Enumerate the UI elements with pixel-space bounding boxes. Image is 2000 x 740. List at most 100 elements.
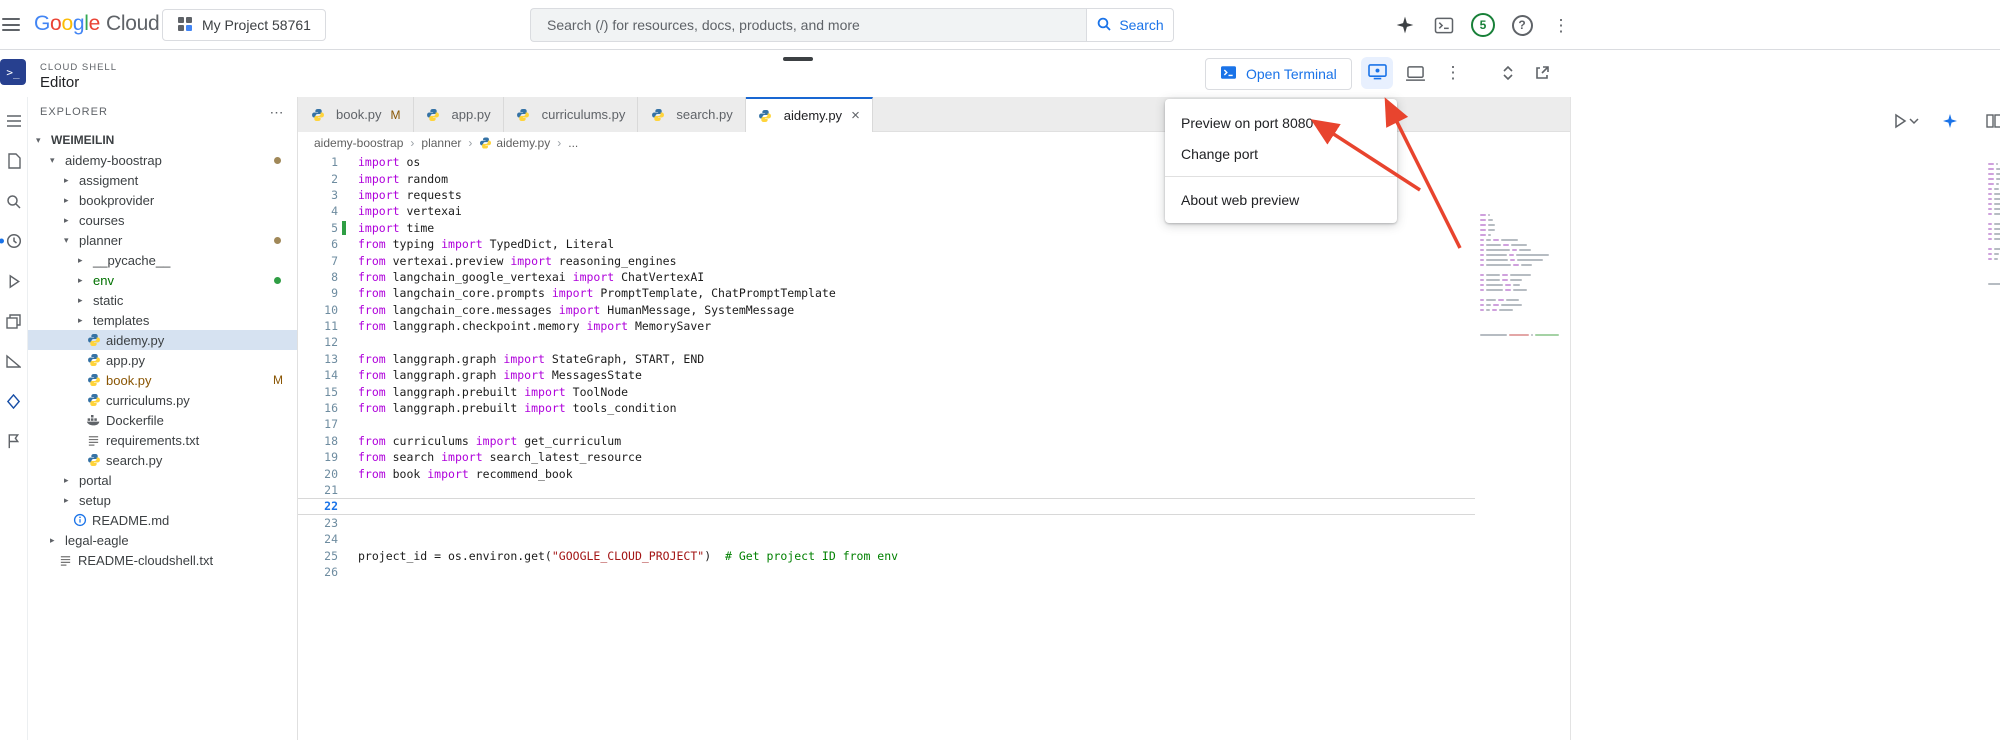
breadcrumb-item[interactable]: ... <box>568 136 578 150</box>
code-line-19[interactable]: 19from search import search_latest_resou… <box>298 449 1475 465</box>
run-icon[interactable] <box>2 269 26 293</box>
tree-file-app.py[interactable]: app.py <box>28 350 297 370</box>
web-preview-button[interactable] <box>1361 57 1393 89</box>
help-icon[interactable]: ? <box>1509 12 1535 38</box>
tree-file-README.md[interactable]: README.md <box>28 510 297 530</box>
search-input[interactable] <box>530 8 1086 42</box>
menu-icon[interactable] <box>2 109 26 133</box>
code-line-18[interactable]: 18from curriculums import get_curriculum <box>298 433 1475 449</box>
minimap-sliver[interactable] <box>1988 163 2000 293</box>
notifications-badge[interactable]: 5 <box>1470 12 1496 38</box>
gemini-sparkle-icon[interactable] <box>1392 12 1418 38</box>
tree-folder-aidemy-boostrap[interactable]: ▾aidemy-boostrap <box>28 150 297 170</box>
menu-item-about-web-preview[interactable]: About web preview <box>1165 184 1397 215</box>
project-selector[interactable]: My Project 58761 <box>162 9 326 41</box>
code-line-12[interactable]: 12 <box>298 334 1475 350</box>
code-line-15[interactable]: 15from langgraph.prebuilt import ToolNod… <box>298 383 1475 399</box>
tree-folder-setup[interactable]: ▸setup <box>28 490 297 510</box>
layers-icon[interactable] <box>2 309 26 333</box>
explorer-more-actions-icon[interactable]: ⋯ <box>270 104 286 121</box>
more-options-icon[interactable]: ⋮ <box>1548 12 1574 38</box>
tab-curriculums.py[interactable]: curriculums.py <box>504 97 639 132</box>
tree-folder-__pycache__[interactable]: ▸__pycache__ <box>28 250 297 270</box>
gemini-code-assist-icon[interactable] <box>1937 108 1963 134</box>
tree-file-README-cloudshell.txt[interactable]: README-cloudshell.txt <box>28 550 297 570</box>
google-cloud-logo[interactable]: Google Cloud <box>34 12 159 36</box>
code-line-17[interactable]: 17 <box>298 416 1475 432</box>
tree-file-curriculums.py[interactable]: curriculums.py <box>28 390 297 410</box>
search-icon[interactable] <box>2 189 26 213</box>
tree-folder-WEIMEILIN[interactable]: ▾WEIMEILIN <box>28 130 297 150</box>
chevron-down-icon: ▾ <box>50 155 65 166</box>
code-text: from langchain_core.messages import Huma… <box>338 303 794 317</box>
docker-file-icon <box>86 413 101 428</box>
tab-aidemy.py[interactable]: aidemy.py× <box>746 97 873 132</box>
tab-search.py[interactable]: search.py <box>638 97 745 132</box>
flag-icon[interactable] <box>2 429 26 453</box>
menu-item-preview-on-port[interactable]: Preview on port 8080 <box>1165 107 1397 138</box>
code-line-20[interactable]: 20from book import recommend_book <box>298 465 1475 481</box>
activity-bar <box>0 97 28 740</box>
shell-more-options-icon[interactable]: ⋮ <box>1437 57 1469 89</box>
tree-file-requirements.txt[interactable]: requirements.txt <box>28 430 297 450</box>
code-line-6[interactable]: 6from typing import TypedDict, Literal <box>298 236 1475 252</box>
code-line-26[interactable]: 26 <box>298 564 1475 580</box>
expand-collapse-icon[interactable] <box>1492 57 1524 89</box>
search-button[interactable]: Search <box>1086 8 1174 42</box>
code-line-24[interactable]: 24 <box>298 531 1475 547</box>
tab-app.py[interactable]: app.py <box>414 97 504 132</box>
tree-folder-legal-eagle[interactable]: ▸legal-eagle <box>28 530 297 550</box>
tree-folder-bookprovider[interactable]: ▸bookprovider <box>28 190 297 210</box>
devices-icon[interactable] <box>1399 57 1431 89</box>
code-line-11[interactable]: 11from langgraph.checkpoint.memory impor… <box>298 318 1475 334</box>
code-line-13[interactable]: 13from langgraph.graph import StateGraph… <box>298 351 1475 367</box>
menu-icon[interactable] <box>2 18 20 31</box>
tree-folder-assigment[interactable]: ▸assigment <box>28 170 297 190</box>
code-line-9[interactable]: 9from langchain_core.prompts import Prom… <box>298 285 1475 301</box>
close-icon[interactable]: × <box>851 108 860 123</box>
tree-folder-env[interactable]: ▸env <box>28 270 297 290</box>
split-editor-icon[interactable] <box>1981 108 2000 134</box>
files-icon[interactable] <box>2 149 26 173</box>
tree-file-search.py[interactable]: search.py <box>28 450 297 470</box>
tree-file-Dockerfile[interactable]: Dockerfile <box>28 410 297 430</box>
minimap[interactable] <box>1480 214 1558 344</box>
tree-item-label: book.py <box>106 373 152 388</box>
code-editor[interactable]: 1import os2import random3import requests… <box>298 154 1570 740</box>
code-line-23[interactable]: 23 <box>298 515 1475 531</box>
breadcrumb-item[interactable]: aidemy-boostrap <box>314 136 403 150</box>
open-in-new-icon[interactable] <box>1526 57 1558 89</box>
breadcrumb-item[interactable]: planner <box>421 136 461 150</box>
code-line-21[interactable]: 21 <box>298 482 1475 498</box>
panel-drag-handle[interactable] <box>783 57 813 61</box>
ruler-icon[interactable] <box>2 349 26 373</box>
tree-folder-templates[interactable]: ▸templates <box>28 310 297 330</box>
minimap-line <box>1988 178 2000 180</box>
code-line-8[interactable]: 8from langchain_google_vertexai import C… <box>298 269 1475 285</box>
tab-book.py[interactable]: book.pyM <box>298 97 414 132</box>
code-line-16[interactable]: 16from langgraph.prebuilt import tools_c… <box>298 400 1475 416</box>
code-line-22[interactable]: 22 <box>298 498 1475 514</box>
code-line-14[interactable]: 14from langgraph.graph import MessagesSt… <box>298 367 1475 383</box>
code-line-10[interactable]: 10from langchain_core.messages import Hu… <box>298 302 1475 318</box>
cloud-shell-overline: CLOUD SHELL <box>40 62 117 73</box>
tree-folder-portal[interactable]: ▸portal <box>28 470 297 490</box>
tree-folder-planner[interactable]: ▾planner <box>28 230 297 250</box>
tree-file-aidemy.py[interactable]: aidemy.py <box>28 330 297 350</box>
code-line-7[interactable]: 7from vertexai.preview import reasoning_… <box>298 252 1475 268</box>
cloud-shell-panel-icon[interactable] <box>1431 12 1457 38</box>
history-icon[interactable] <box>2 229 26 253</box>
tree-folder-static[interactable]: ▸static <box>28 290 297 310</box>
breadcrumb-item[interactable]: aidemy.py <box>479 136 550 150</box>
code-text: project_id = os.environ.get("GOOGLE_CLOU… <box>338 549 898 563</box>
menu-item-change-port[interactable]: Change port <box>1165 138 1397 169</box>
tree-item-label: app.py <box>106 353 145 368</box>
open-terminal-button[interactable]: Open Terminal <box>1205 58 1352 90</box>
code-line-25[interactable]: 25project_id = os.environ.get("GOOGLE_CL… <box>298 547 1475 563</box>
gem-icon[interactable] <box>2 389 26 413</box>
minimap-line <box>1988 278 2000 280</box>
tree-folder-courses[interactable]: ▸courses <box>28 210 297 230</box>
code-text: from langgraph.checkpoint.memory import … <box>338 319 711 333</box>
run-file-icon[interactable] <box>1893 108 1919 134</box>
tree-file-book.py[interactable]: book.pyM <box>28 370 297 390</box>
